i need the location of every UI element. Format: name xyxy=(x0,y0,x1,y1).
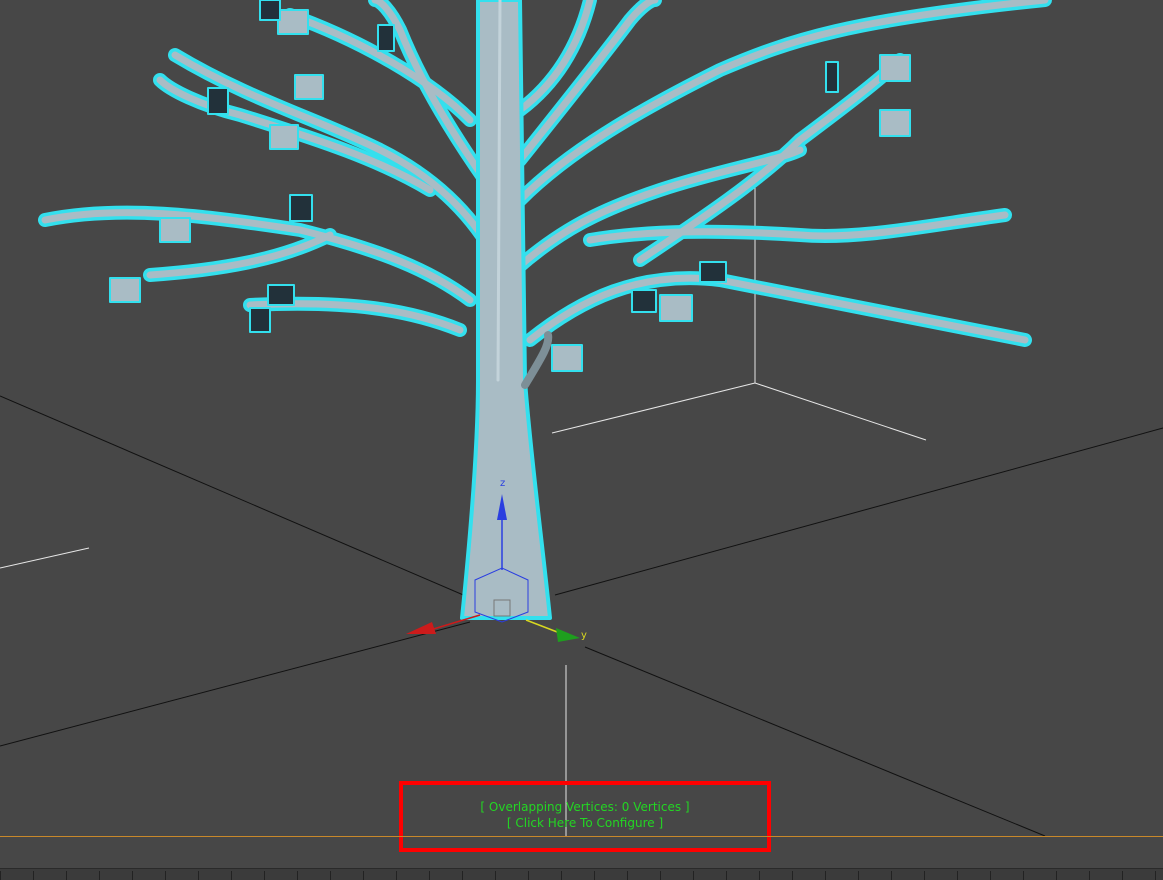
xview-overlay: [ Overlapping Vertices: 0 Vertices ] [ C… xyxy=(399,799,771,831)
gizmo-y-arrow xyxy=(556,628,580,642)
time-indicator-line xyxy=(0,836,1163,837)
timeline-ruler[interactable] xyxy=(0,868,1163,880)
home-grid xyxy=(0,395,1163,837)
gizmo-z-label: z xyxy=(500,478,506,489)
gizmo-x-arrow xyxy=(406,622,436,634)
overlapping-vertices-text: [ Overlapping Vertices: 0 Vertices ] xyxy=(480,800,690,814)
gizmo-y-label: y xyxy=(581,630,587,641)
configure-link[interactable]: [ Click Here To Configure ] xyxy=(399,815,771,831)
gizmo-x-axis xyxy=(429,614,481,631)
tree-branches-outline xyxy=(38,0,1052,347)
perspective-viewport[interactable]: z y [ Overlapping Vertices: 0 Vertices ]… xyxy=(0,0,1163,880)
grid-highlight-lines xyxy=(0,165,927,836)
viewport-scene[interactable] xyxy=(0,0,1163,879)
tree-model[interactable] xyxy=(38,0,1052,620)
